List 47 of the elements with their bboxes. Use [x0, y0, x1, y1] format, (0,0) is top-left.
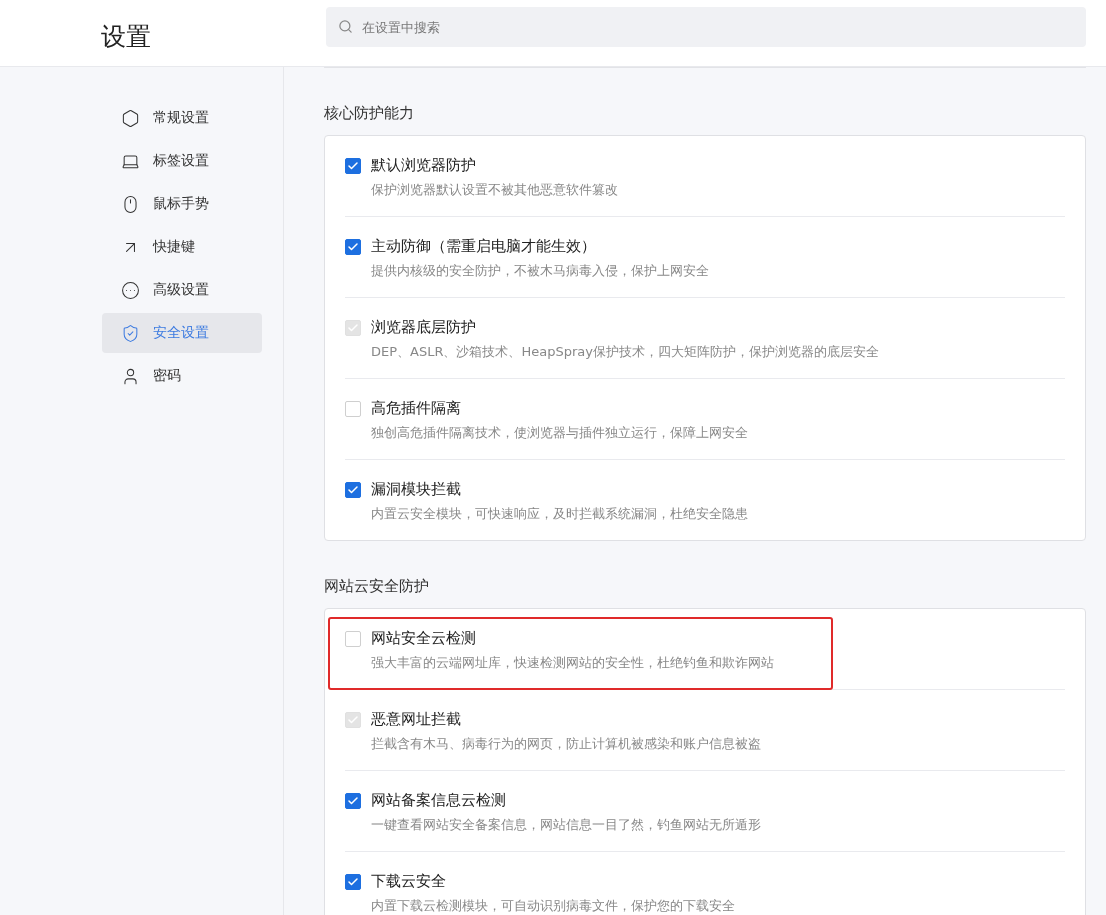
search-field[interactable]: 在设置中搜索: [326, 7, 1086, 47]
sidebar-item[interactable]: 常规设置: [102, 98, 262, 138]
option-description: 提供内核级的安全防护，不被木马病毒入侵，保护上网安全: [371, 262, 709, 280]
check-icon: [347, 795, 359, 807]
check-icon: [347, 322, 359, 334]
sidebar-item[interactable]: 标签设置: [102, 141, 262, 181]
option-label: 网站安全云检测: [371, 629, 477, 648]
mouse-icon: [121, 194, 140, 214]
check-icon: [347, 160, 359, 172]
sidebar-item[interactable]: 密码: [102, 356, 262, 396]
section-title: 核心防护能力: [324, 103, 415, 124]
check-icon: [347, 714, 359, 726]
option-label: 浏览器底层防护: [371, 318, 477, 337]
sidebar-item[interactable]: 鼠标手势: [102, 184, 262, 224]
check-icon: [347, 876, 359, 888]
option-label: 主动防御（需重启电脑才能生效）: [371, 237, 597, 256]
section-title: 网站云安全防护: [324, 576, 430, 597]
option-description: 拦截含有木马、病毒行为的网页，防止计算机被感染和账户信息被盗: [371, 735, 761, 753]
option-description: 内置下载云检测模块，可自动识别病毒文件，保护您的下载安全: [371, 897, 735, 915]
checkbox[interactable]: [345, 874, 361, 890]
option-description: 独创高危插件隔离技术，使浏览器与插件独立运行，保障上网安全: [371, 424, 748, 442]
more-icon: [121, 280, 140, 300]
sidebar-item[interactable]: 高级设置: [102, 270, 262, 310]
check-icon: [347, 484, 359, 496]
sidebar-item[interactable]: 安全设置: [102, 313, 262, 353]
shield-icon: [121, 323, 140, 343]
option-description: 内置云安全模块，可快速响应，及时拦截系统漏洞，杜绝安全隐患: [371, 505, 748, 523]
option-description: 强大丰富的云端网址库，快速检测网站的安全性，杜绝钓鱼和欺诈网站: [371, 654, 774, 672]
search-icon: [338, 19, 353, 34]
option-label: 网站备案信息云检测: [371, 791, 507, 810]
option-label: 高危插件隔离: [371, 399, 462, 418]
checkbox[interactable]: [345, 158, 361, 174]
option-description: 保护浏览器默认设置不被其他恶意软件篡改: [371, 181, 618, 199]
option-description: DEP、ASLR、沙箱技术、HeapSpray保护技术，四大矩阵防护，保护浏览器的底层安全: [371, 343, 879, 361]
option-description: 一键查看网站安全备案信息，网站信息一目了然，钓鱼网站无所遁形: [371, 816, 761, 834]
hexagon-icon: [121, 108, 140, 128]
sidebar-item[interactable]: 快捷键: [102, 227, 262, 267]
option-label: 下载云安全: [371, 872, 447, 891]
option-label: 默认浏览器防护: [371, 156, 477, 175]
checkbox[interactable]: [345, 482, 361, 498]
check-icon: [347, 241, 359, 253]
page-title: 设置: [100, 21, 152, 53]
option-label: 漏洞模块拦截: [371, 480, 462, 499]
user-icon: [121, 366, 140, 386]
checkbox[interactable]: [345, 793, 361, 809]
option-label: 恶意网址拦截: [371, 710, 462, 729]
checkbox[interactable]: [345, 239, 361, 255]
